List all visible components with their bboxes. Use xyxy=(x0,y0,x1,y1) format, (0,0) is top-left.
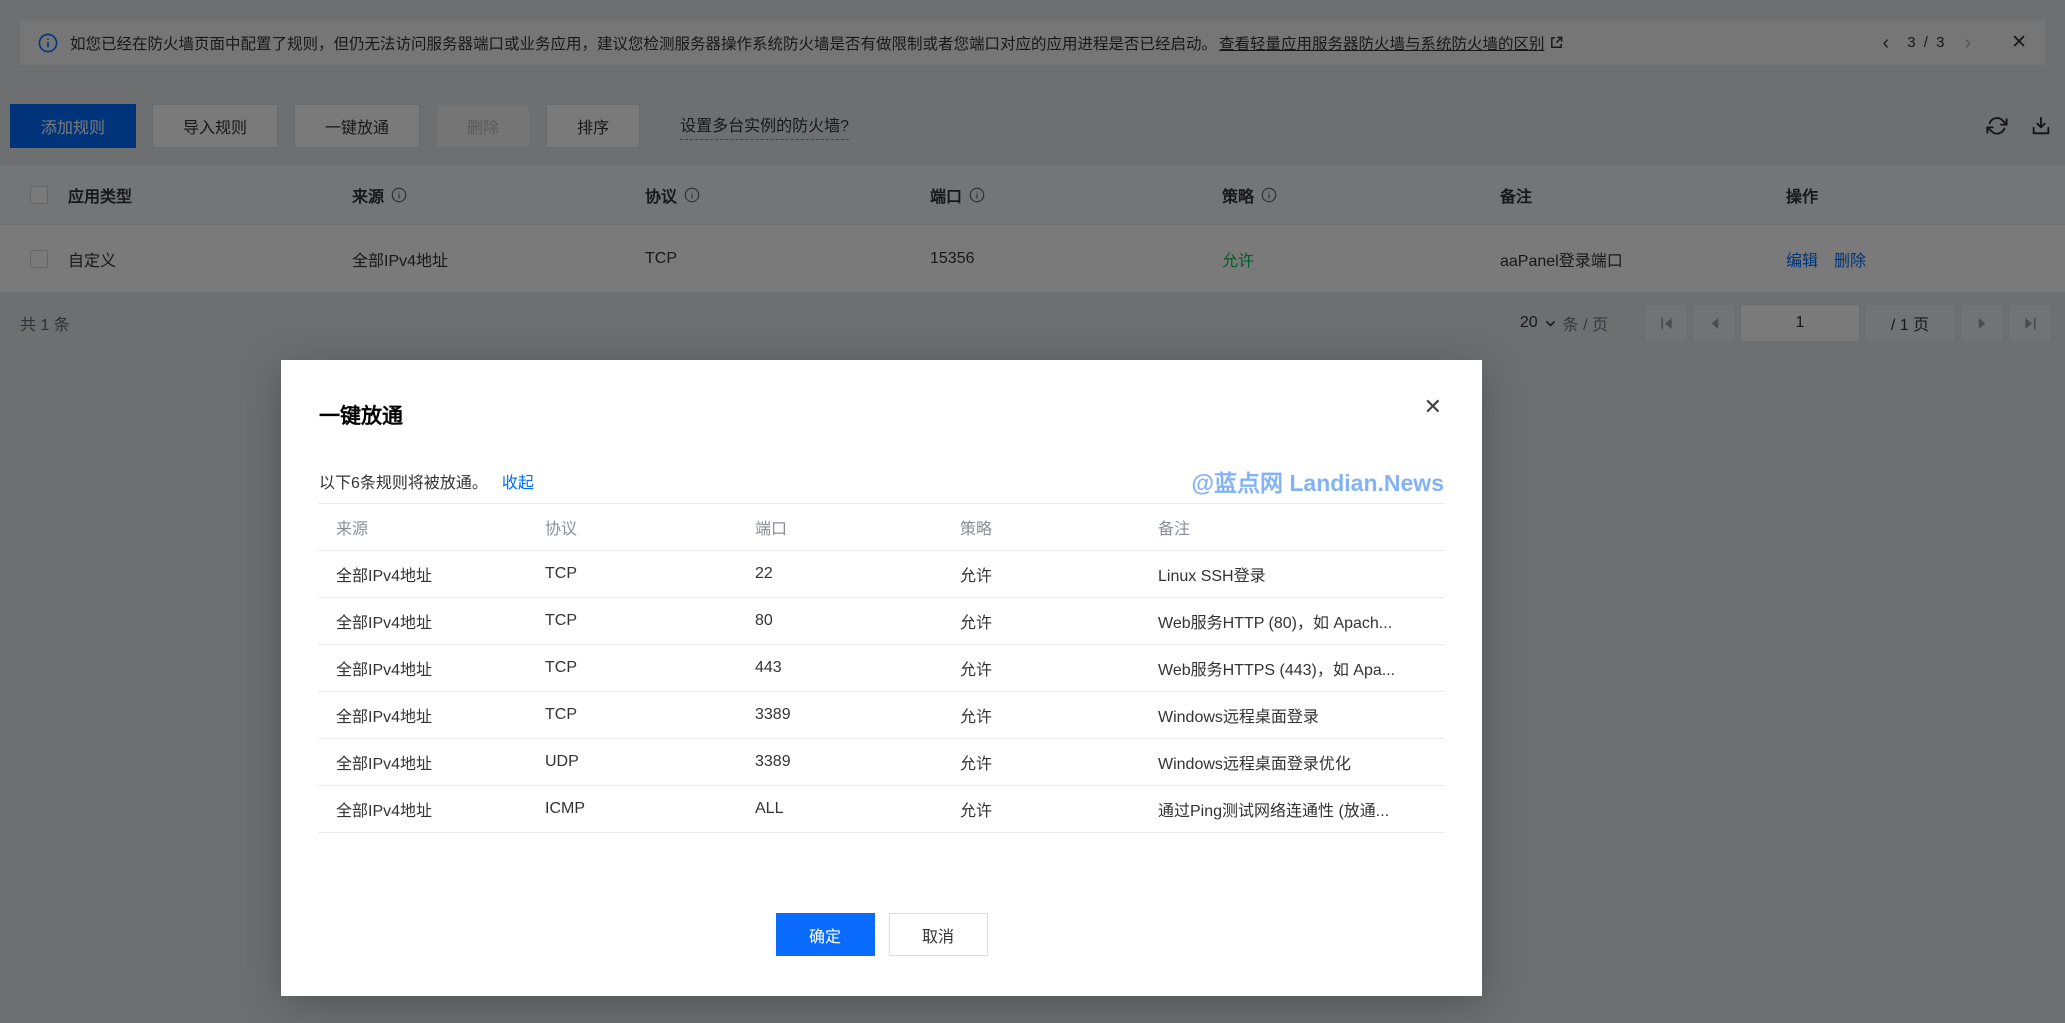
table-row: 全部IPv4地址 UDP 3389 允许 Windows远程桌面登录优化 xyxy=(318,739,1445,786)
cell-source: 全部IPv4地址 xyxy=(336,562,545,586)
dialog-title: 一键放通 xyxy=(319,400,403,430)
confirm-button[interactable]: 确定 xyxy=(776,913,875,956)
cell-port: 3389 xyxy=(755,753,960,771)
cell-policy: 允许 xyxy=(960,562,1158,586)
cell-source: 全部IPv4地址 xyxy=(336,656,545,680)
cell-protocol: TCP xyxy=(545,659,755,677)
cell-protocol: ICMP xyxy=(545,800,755,818)
cell-remark: Windows远程桌面登录 xyxy=(1158,703,1445,727)
cell-policy: 允许 xyxy=(960,656,1158,680)
cell-remark: Web服务HTTPS (443)，如 Apa... xyxy=(1158,656,1445,680)
cell-remark: Windows远程桌面登录优化 xyxy=(1158,750,1445,774)
cell-port: ALL xyxy=(755,800,960,818)
cell-policy: 允许 xyxy=(960,609,1158,633)
cell-policy: 允许 xyxy=(960,797,1158,821)
close-icon[interactable]: ✕ xyxy=(1424,396,1442,418)
cell-remark: 通过Ping测试网络连通性 (放通... xyxy=(1158,797,1445,821)
table-row: 全部IPv4地址 TCP 22 允许 Linux SSH登录 xyxy=(318,551,1445,598)
cell-source: 全部IPv4地址 xyxy=(336,609,545,633)
cell-policy: 允许 xyxy=(960,750,1158,774)
collapse-link[interactable]: 收起 xyxy=(502,469,534,493)
cell-source: 全部IPv4地址 xyxy=(336,703,545,727)
cell-port: 443 xyxy=(755,659,960,677)
cell-remark: Linux SSH登录 xyxy=(1158,562,1445,586)
table-row: 全部IPv4地址 TCP 3389 允许 Windows远程桌面登录 xyxy=(318,692,1445,739)
cell-source: 全部IPv4地址 xyxy=(336,750,545,774)
cell-protocol: TCP xyxy=(545,612,755,630)
dialog-description: 以下6条规则将被放通。 xyxy=(319,469,488,493)
cell-policy: 允许 xyxy=(960,703,1158,727)
table-row: 全部IPv4地址 ICMP ALL 允许 通过Ping测试网络连通性 (放通..… xyxy=(318,786,1445,833)
table-row: 全部IPv4地址 TCP 443 允许 Web服务HTTPS (443)，如 A… xyxy=(318,645,1445,692)
dialog-table-header: 来源 协议 端口 策略 备注 xyxy=(318,504,1445,551)
table-row: 全部IPv4地址 TCP 80 允许 Web服务HTTP (80)，如 Apac… xyxy=(318,598,1445,645)
cell-protocol: UDP xyxy=(545,753,755,771)
cell-port: 22 xyxy=(755,565,960,583)
cancel-button[interactable]: 取消 xyxy=(889,913,988,956)
cell-remark: Web服务HTTP (80)，如 Apach... xyxy=(1158,609,1445,633)
cell-protocol: TCP xyxy=(545,706,755,724)
watermark: @蓝点网 Landian.News xyxy=(1192,464,1444,498)
allow-rules-table: 来源 协议 端口 策略 备注 全部IPv4地址 TCP 22 允许 Linux … xyxy=(318,503,1445,833)
cell-source: 全部IPv4地址 xyxy=(336,797,545,821)
header-policy: 策略 xyxy=(960,515,1158,539)
header-protocol: 协议 xyxy=(545,515,755,539)
cell-port: 3389 xyxy=(755,706,960,724)
cell-port: 80 xyxy=(755,612,960,630)
one-click-allow-dialog: 一键放通 ✕ 以下6条规则将被放通。 收起 @蓝点网 Landian.News … xyxy=(281,360,1482,996)
header-port: 端口 xyxy=(755,515,960,539)
cell-protocol: TCP xyxy=(545,565,755,583)
header-source: 来源 xyxy=(336,515,545,539)
header-remark: 备注 xyxy=(1158,515,1445,539)
